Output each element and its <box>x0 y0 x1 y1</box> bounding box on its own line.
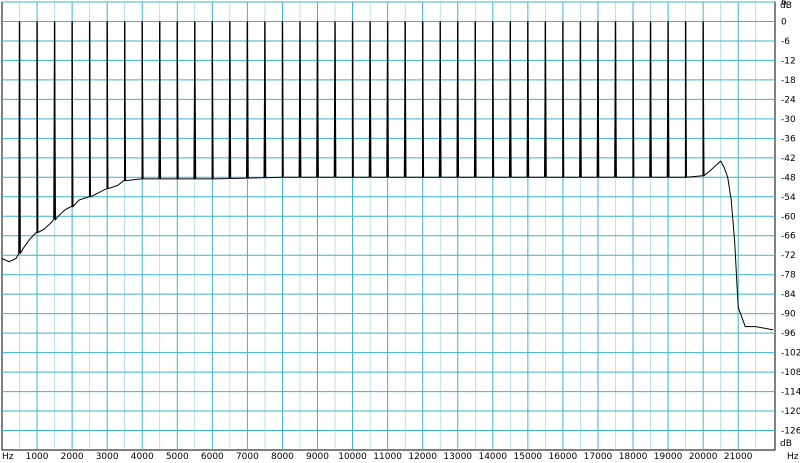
spectrum-chart: 1000 2000 3000 4000 5000 6000 7000 8000 9000 1000… <box>0 0 800 463</box>
x-tick-label: 7000 <box>236 452 259 462</box>
y-tick-label: -78 <box>781 271 796 281</box>
y-tick-label: -114 <box>781 388 800 398</box>
y-axis-label-top: dB <box>780 1 792 11</box>
y-tick-label: -48 <box>781 173 796 183</box>
x-tick-label: 18000 <box>619 452 648 462</box>
y-tick-label: -90 <box>781 310 796 320</box>
y-tick-label: 0 <box>781 17 787 27</box>
y-tick-label: -30 <box>781 115 796 125</box>
x-tick-label: 2000 <box>61 452 84 462</box>
x-tick-label: 20000 <box>689 452 718 462</box>
spectrum-plot: 1000 2000 3000 4000 5000 6000 7000 8000 9000 1000… <box>1 0 800 462</box>
x-axis-label-left: Hz <box>2 452 14 462</box>
x-tick-label: 3000 <box>96 452 119 462</box>
x-tick-label: 6000 <box>201 452 224 462</box>
y-tick-label: -108 <box>781 368 800 378</box>
y-tick-label: -60 <box>781 212 796 222</box>
y-tick-label: -42 <box>781 154 796 164</box>
y-tick-label: -6 <box>781 37 790 47</box>
x-tick-label: 17000 <box>584 452 613 462</box>
x-tick-label: 12000 <box>408 452 437 462</box>
x-axis-label-right: Hz <box>787 452 799 462</box>
x-tick-label: 4000 <box>131 452 154 462</box>
y-tick-label: -72 <box>781 251 796 261</box>
x-tick-label: 14000 <box>478 452 507 462</box>
x-tick-label: 21000 <box>724 452 753 462</box>
y-tick-label: -96 <box>781 329 796 339</box>
y-tick-label: -18 <box>781 76 796 86</box>
x-tick-label: 15000 <box>514 452 543 462</box>
y-tick-label: -84 <box>781 290 796 300</box>
x-tick-label: 9000 <box>306 452 329 462</box>
x-tick-label: 19000 <box>654 452 683 462</box>
x-tick-label: 10000 <box>338 452 367 462</box>
x-tick-label: 5000 <box>166 452 189 462</box>
grid <box>1 1 776 451</box>
x-axis-ticks: 1000 2000 3000 4000 5000 6000 7000 8000 9000 1000… <box>26 452 753 462</box>
y-tick-label: -36 <box>781 134 796 144</box>
x-tick-label: 8000 <box>271 452 294 462</box>
plot-frame <box>1 1 776 451</box>
y-axis-label-bottom: dB <box>780 439 792 449</box>
y-tick-label: -12 <box>781 56 796 66</box>
x-tick-label: 13000 <box>443 452 472 462</box>
x-tick-label: 11000 <box>373 452 402 462</box>
y-tick-label: -126 <box>781 427 800 437</box>
y-tick-label: -24 <box>781 95 796 105</box>
y-axis-ticks: 60-6-12-18-24-30-36-42-48-54-60-66-72-78… <box>781 0 800 437</box>
y-tick-label: -54 <box>781 193 796 203</box>
y-tick-label: -66 <box>781 232 796 242</box>
y-tick-label: -120 <box>781 407 800 417</box>
y-tick-label: -102 <box>781 349 800 359</box>
x-tick-label: 1000 <box>26 452 49 462</box>
x-tick-label: 16000 <box>549 452 578 462</box>
